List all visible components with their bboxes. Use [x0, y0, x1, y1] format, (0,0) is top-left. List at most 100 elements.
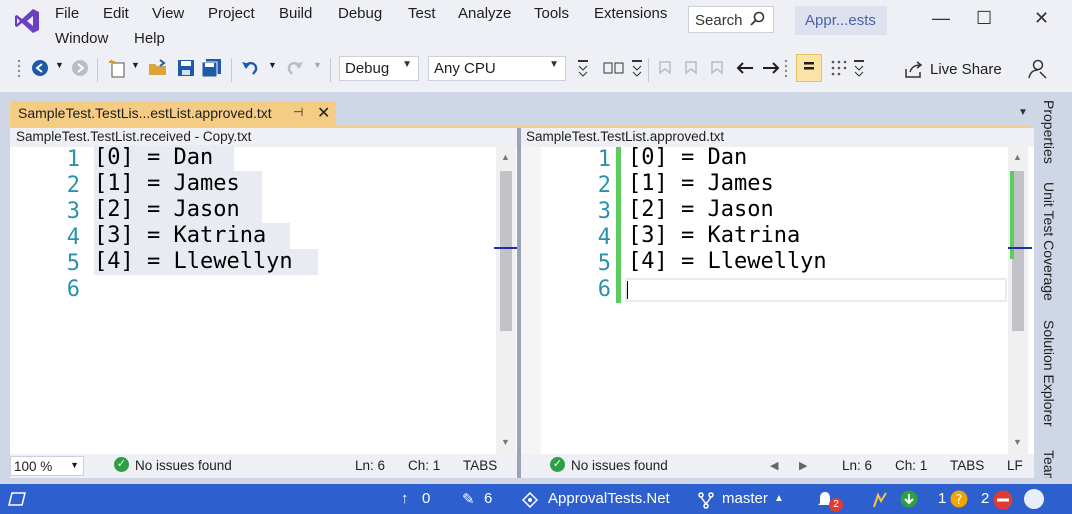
- toolbar-overflow-icon[interactable]: [852, 58, 866, 82]
- line-number: 6: [597, 277, 611, 302]
- toolbar-grip-icon[interactable]: [783, 58, 789, 80]
- pending-changes-count[interactable]: 6: [484, 490, 492, 507]
- left-vertical-scrollbar[interactable]: ▲ ▼: [494, 147, 518, 454]
- account-feedback-icon[interactable]: [1026, 58, 1048, 80]
- text-caret: [627, 281, 628, 299]
- tab-approved-diff[interactable]: SampleTest.TestLis...estList.approved.tx…: [10, 101, 336, 126]
- toolbar-overflow-icon[interactable]: [630, 58, 644, 82]
- tool-window-rail: Properties Unit Test Coverage Solution E…: [1034, 92, 1072, 478]
- undo-icon[interactable]: [240, 58, 260, 78]
- indent-mode[interactable]: TABS: [463, 458, 497, 473]
- arrow-up-icon: ↑: [401, 490, 409, 507]
- errors-count[interactable]: 2: [981, 490, 989, 507]
- compare-inline-toggle[interactable]: [796, 54, 822, 82]
- output-window-icon[interactable]: [8, 491, 26, 507]
- minimize-icon[interactable]: —: [932, 8, 950, 29]
- undo-dropdown-icon[interactable]: ▼: [268, 60, 277, 70]
- menu-analyze[interactable]: Analyze: [458, 5, 511, 22]
- svg-text:?: ?: [956, 493, 963, 508]
- toolbar-grip-icon[interactable]: [16, 58, 22, 80]
- right-vertical-scrollbar[interactable]: ▲ ▼: [1008, 147, 1032, 454]
- column-indicator[interactable]: Ch: 1: [895, 458, 927, 473]
- line-ending[interactable]: LF: [1007, 458, 1023, 473]
- menu-build[interactable]: Build: [279, 5, 312, 22]
- close-icon[interactable]: ✕: [1034, 8, 1049, 29]
- scroll-up-icon[interactable]: ▲: [501, 152, 510, 162]
- branch-menu-icon[interactable]: ▲: [774, 493, 784, 504]
- ignore-whitespace-icon[interactable]: [829, 58, 849, 82]
- rail-unit-test-coverage[interactable]: Unit Test Coverage: [1041, 182, 1057, 301]
- line-number: 1: [597, 147, 611, 172]
- menu-debug[interactable]: Debug: [338, 5, 382, 22]
- left-editor[interactable]: 1 2 3 4 5 6 [0] = Dan [1] = James [2] = …: [10, 145, 495, 454]
- rail-properties[interactable]: Properties: [1041, 100, 1057, 164]
- live-share-icon[interactable]: [904, 61, 924, 79]
- menu-file[interactable]: File: [55, 5, 79, 22]
- unpushed-commits-count[interactable]: 0: [422, 490, 430, 507]
- right-editor[interactable]: 1 2 3 4 5 6 [0] = Dan [1] = James [2] = …: [541, 145, 1008, 454]
- line-indicator[interactable]: Ln: 6: [355, 458, 385, 473]
- code-line: [1] = James: [628, 171, 774, 196]
- menu-tools[interactable]: Tools: [534, 5, 569, 22]
- save-icon[interactable]: [177, 59, 195, 77]
- warnings-count[interactable]: 1: [938, 490, 946, 507]
- menu-window[interactable]: Window: [55, 30, 108, 47]
- solution-name-badge[interactable]: Appr...ests: [795, 6, 887, 35]
- live-share-button[interactable]: Live Share: [930, 61, 1002, 78]
- scroll-thumb[interactable]: [500, 171, 512, 331]
- search-input[interactable]: Search: [688, 6, 774, 33]
- new-item-icon[interactable]: [108, 58, 128, 78]
- previous-difference-icon[interactable]: [735, 60, 755, 76]
- menu-help[interactable]: Help: [134, 30, 165, 47]
- close-tab-icon[interactable]: ✕: [317, 103, 330, 123]
- scroll-up-icon[interactable]: ▲: [1013, 152, 1022, 162]
- error-stop-icon[interactable]: [993, 490, 1013, 510]
- warning-question-icon[interactable]: ?: [950, 490, 968, 508]
- maximize-icon[interactable]: ☐: [976, 8, 992, 29]
- line-indicator[interactable]: Ln: 6: [842, 458, 872, 473]
- navigate-back-icon[interactable]: [31, 59, 49, 77]
- feedback-icon[interactable]: [872, 491, 888, 509]
- navigate-forward-icon[interactable]: [71, 59, 89, 77]
- previous-bookmark-icon: [659, 61, 671, 75]
- save-all-icon[interactable]: [201, 58, 223, 78]
- repository-name[interactable]: ApprovalTests.Net: [548, 490, 670, 507]
- toolbar-overflow-icon[interactable]: [576, 58, 590, 82]
- scroll-down-icon[interactable]: ▼: [1013, 437, 1022, 447]
- line-number: 1: [66, 147, 80, 172]
- equals-icon: [804, 62, 814, 70]
- open-file-icon[interactable]: [148, 59, 168, 77]
- solution-platform-select[interactable]: Any CPU ▼: [428, 56, 566, 81]
- next-issue-icon[interactable]: ▶: [799, 459, 807, 472]
- chevron-down-icon: ▼: [549, 59, 559, 70]
- menu-project[interactable]: Project: [208, 5, 255, 22]
- column-indicator[interactable]: Ch: 1: [408, 458, 440, 473]
- issues-status[interactable]: No issues found: [135, 458, 232, 473]
- branch-icon: [698, 492, 714, 509]
- menu-extensions[interactable]: Extensions: [594, 5, 667, 22]
- chevron-down-icon: ▼: [402, 59, 412, 70]
- green-download-icon[interactable]: [900, 490, 918, 508]
- new-item-dropdown-icon[interactable]: ▼: [131, 60, 140, 70]
- indent-mode[interactable]: TABS: [950, 458, 984, 473]
- zoom-select[interactable]: 100 % ▼: [10, 456, 84, 476]
- compare-layout-icon[interactable]: [603, 61, 625, 75]
- menu-view[interactable]: View: [152, 5, 184, 22]
- code-line: [3] = Katrina: [94, 223, 290, 249]
- scroll-down-icon[interactable]: ▼: [501, 437, 510, 447]
- back-dropdown-icon[interactable]: ▼: [55, 60, 64, 70]
- tab-list-dropdown-icon[interactable]: ▼: [1018, 107, 1028, 118]
- pin-icon[interactable]: ⊣: [293, 105, 303, 119]
- visual-studio-logo[interactable]: [14, 8, 40, 34]
- rail-team[interactable]: Team: [1041, 450, 1057, 478]
- menu-edit[interactable]: Edit: [103, 5, 129, 22]
- right-pane-title: SampleTest.TestList.approved.txt: [521, 128, 1034, 147]
- branch-name[interactable]: master: [722, 490, 768, 507]
- rail-solution-explorer[interactable]: Solution Explorer: [1041, 320, 1057, 427]
- previous-issue-icon[interactable]: ◀: [770, 459, 778, 472]
- menu-test[interactable]: Test: [408, 5, 436, 22]
- issues-status[interactable]: No issues found: [571, 458, 668, 473]
- next-difference-icon[interactable]: [761, 60, 781, 76]
- solution-configuration-select[interactable]: Debug ▼: [339, 56, 419, 81]
- user-avatar[interactable]: [1024, 489, 1044, 509]
